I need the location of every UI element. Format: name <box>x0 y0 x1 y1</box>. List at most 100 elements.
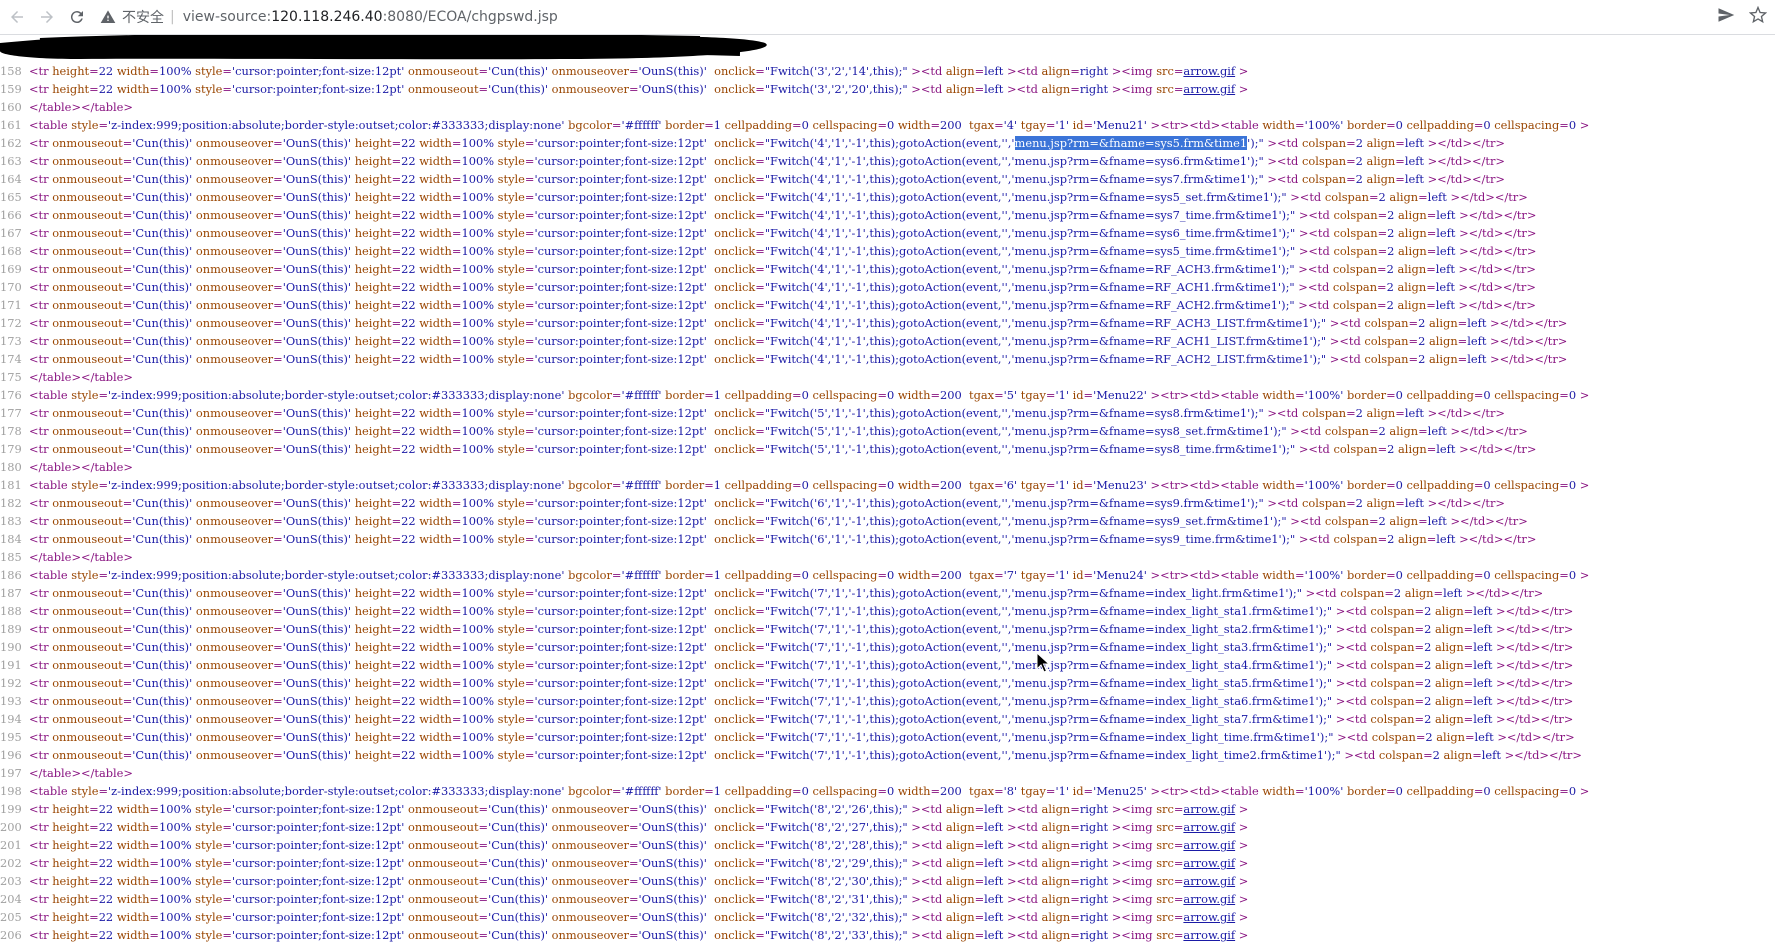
send-icon[interactable] <box>1717 6 1735 24</box>
source-line: 189 <tr onmouseout='Cun(this)' onmouseove… <box>0 620 1775 638</box>
line-code: <table style='z-index:999;position:absol… <box>29 478 1590 492</box>
browser-toolbar: 不安全 | view-source: 120.118.246.40:8080/EC… <box>0 0 1775 35</box>
line-code: <tr onmouseout='Cun(this)' onmouseover='… <box>29 226 1537 240</box>
line-code: <tr height=22 width=100% style='cursor:p… <box>29 820 1249 834</box>
line-code: <tr onmouseout='Cun(this)' onmouseover='… <box>29 244 1537 258</box>
line-number: 199 <box>0 802 22 816</box>
line-code: <tr onmouseout='Cun(this)' onmouseover='… <box>29 442 1537 456</box>
line-number: 189 <box>0 622 22 636</box>
toolbar-actions <box>1717 6 1767 24</box>
address-bar[interactable]: 不安全 | view-source: 120.118.246.40:8080/EC… <box>100 4 1660 30</box>
line-number: 159 <box>0 82 22 96</box>
source-line: 191 <tr onmouseout='Cun(this)' onmouseove… <box>0 656 1775 674</box>
line-number: 196 <box>0 748 22 762</box>
line-number: 190 <box>0 640 22 654</box>
source-line: 173 <tr onmouseout='Cun(this)' onmouseove… <box>0 332 1775 350</box>
source-line: 163 <tr onmouseout='Cun(this)' onmouseove… <box>0 152 1775 170</box>
reload-button[interactable] <box>64 4 90 30</box>
source-line: 176 <table style='z-index:999;position:ab… <box>0 386 1775 404</box>
reload-icon <box>70 11 83 24</box>
source-line: 182 <tr onmouseout='Cun(this)' onmouseove… <box>0 494 1775 512</box>
source-line: 169 <tr onmouseout='Cun(this)' onmouseove… <box>0 260 1775 278</box>
line-code: <tr onmouseout='Cun(this)' onmouseover='… <box>29 154 1505 168</box>
line-code: <tr height=22 width=100% style='cursor:p… <box>29 82 1249 96</box>
line-number: 174 <box>0 352 22 366</box>
source-line: 162 <tr onmouseout='Cun(this)' onmouseove… <box>0 134 1775 152</box>
line-code: <tr onmouseout='Cun(this)' onmouseover='… <box>29 316 1568 330</box>
source-line: 184 <tr onmouseout='Cun(this)' onmouseove… <box>0 530 1775 548</box>
source-line: 201 <tr height=22 width=100% style='curso… <box>0 836 1775 854</box>
back-button[interactable] <box>4 4 30 30</box>
line-number: 163 <box>0 154 22 168</box>
line-code: <tr onmouseout='Cun(this)' onmouseover='… <box>29 622 1574 636</box>
line-number: 201 <box>0 838 22 852</box>
line-number: 175 <box>0 370 22 384</box>
line-code: <tr onmouseout='Cun(this)' onmouseover='… <box>29 406 1505 420</box>
line-code: </table></table> <box>29 766 133 780</box>
source-line: 164 <tr onmouseout='Cun(this)' onmouseove… <box>0 170 1775 188</box>
line-code: <tr onmouseout='Cun(this)' onmouseover='… <box>29 514 1528 528</box>
line-number: 185 <box>0 550 22 564</box>
line-number: 177 <box>0 406 22 420</box>
source-code-view[interactable]: 158 <tr height=22 width=100% style='curso… <box>0 62 1775 951</box>
line-code: <tr onmouseout='Cun(this)' onmouseover='… <box>29 748 1582 762</box>
line-code: <tr onmouseout='Cun(this)' onmouseover='… <box>29 730 1575 744</box>
line-code: <table style='z-index:999;position:absol… <box>29 784 1590 798</box>
line-code: <tr onmouseout='Cun(this)' onmouseover='… <box>29 496 1505 510</box>
source-line: 175 </table></table> <box>0 368 1775 386</box>
source-line: 178 <tr onmouseout='Cun(this)' onmouseove… <box>0 422 1775 440</box>
line-code: <tr onmouseout='Cun(this)' onmouseover='… <box>29 208 1537 222</box>
source-line: 188 <tr onmouseout='Cun(this)' onmouseove… <box>0 602 1775 620</box>
line-code: <tr onmouseout='Cun(this)' onmouseover='… <box>29 640 1574 654</box>
line-number: 203 <box>0 874 22 888</box>
line-code: <tr height=22 width=100% style='cursor:p… <box>29 928 1249 942</box>
line-number: 160 <box>0 100 22 114</box>
source-line: 168 <tr onmouseout='Cun(this)' onmouseove… <box>0 242 1775 260</box>
line-number: 161 <box>0 118 22 132</box>
line-code: <tr onmouseout='Cun(this)' onmouseover='… <box>29 172 1505 186</box>
source-line: 159 <tr height=22 width=100% style='curso… <box>0 80 1775 98</box>
source-line: 174 <tr onmouseout='Cun(this)' onmouseove… <box>0 350 1775 368</box>
source-line: 160 </table></table> <box>0 98 1775 116</box>
line-number: 162 <box>0 136 22 150</box>
source-line: 193 <tr onmouseout='Cun(this)' onmouseove… <box>0 692 1775 710</box>
redaction-scribble <box>0 35 767 60</box>
line-number: 165 <box>0 190 22 204</box>
source-line: 192 <tr onmouseout='Cun(this)' onmouseove… <box>0 674 1775 692</box>
warning-icon <box>100 10 116 23</box>
line-number: 197 <box>0 766 22 780</box>
line-code: <tr onmouseout='Cun(this)' onmouseover='… <box>29 712 1574 726</box>
line-number: 176 <box>0 388 22 402</box>
source-line: 197 </table></table> <box>0 764 1775 782</box>
source-line: 203 <tr height=22 width=100% style='curso… <box>0 872 1775 890</box>
source-line: 200 <tr height=22 width=100% style='curso… <box>0 818 1775 836</box>
source-line: 198 <table style='z-index:999;position:ab… <box>0 782 1775 800</box>
line-number: 172 <box>0 316 22 330</box>
line-code: <tr onmouseout='Cun(this)' onmouseover='… <box>29 424 1528 438</box>
mouse-cursor-icon <box>1036 652 1051 673</box>
source-line: 179 <tr onmouseout='Cun(this)' onmouseove… <box>0 440 1775 458</box>
line-number: 178 <box>0 424 22 438</box>
line-code: <tr onmouseout='Cun(this)' onmouseover='… <box>29 532 1537 546</box>
line-number: 158 <box>0 64 22 78</box>
line-code: <tr onmouseout='Cun(this)' onmouseover='… <box>29 658 1574 672</box>
line-number: 202 <box>0 856 22 870</box>
line-number: 169 <box>0 262 22 276</box>
url-scheme: view-source: <box>182 9 272 25</box>
line-number: 183 <box>0 514 22 528</box>
line-code: <table style='z-index:999;position:absol… <box>29 388 1590 402</box>
url-host: 120.118.246.40 <box>271 9 383 25</box>
line-code: <tr height=22 width=100% style='cursor:p… <box>29 838 1249 852</box>
source-line: 190 <tr onmouseout='Cun(this)' onmouseove… <box>0 638 1775 656</box>
line-code: <tr height=22 width=100% style='cursor:p… <box>29 910 1249 924</box>
line-number: 181 <box>0 478 22 492</box>
line-number: 205 <box>0 910 22 924</box>
line-code: <tr onmouseout='Cun(this)' onmouseover='… <box>29 586 1544 600</box>
source-line: 205 <tr height=22 width=100% style='curso… <box>0 908 1775 926</box>
source-line: 181 <table style='z-index:999;position:ab… <box>0 476 1775 494</box>
bookmark-star-icon[interactable] <box>1749 6 1767 24</box>
line-code: <tr onmouseout='Cun(this)' onmouseover='… <box>29 694 1574 708</box>
line-number: 204 <box>0 892 22 906</box>
forward-button[interactable] <box>34 4 60 30</box>
line-number: 198 <box>0 784 22 798</box>
